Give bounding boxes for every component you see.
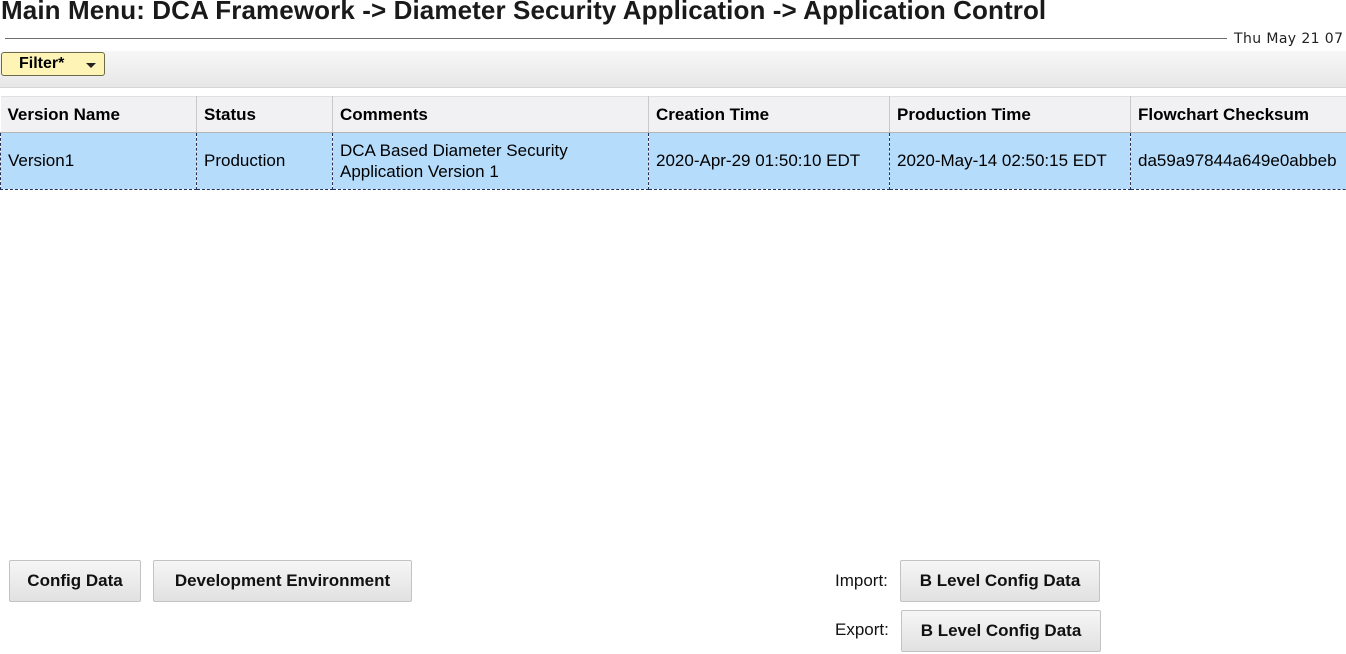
config-data-button[interactable]: Config Data bbox=[9, 560, 141, 602]
filter-label: Filter* bbox=[19, 55, 65, 72]
page-title: Main Menu: DCA Framework -> Diameter Sec… bbox=[1, 0, 1047, 25]
table-row[interactable]: Version1 Production DCA Based Diameter S… bbox=[0, 132, 1346, 190]
column-header-version-name[interactable]: Version Name bbox=[0, 96, 197, 133]
import-label: Import: bbox=[835, 571, 888, 590]
filter-toolbar: Filter* bbox=[0, 51, 1346, 88]
cell-production-time[interactable]: 2020-May-14 02:50:15 EDT bbox=[889, 132, 1131, 190]
cell-comments[interactable]: DCA Based Diameter Security Application … bbox=[332, 132, 649, 190]
column-header-flowchart-checksum[interactable]: Flowchart Checksum bbox=[1130, 96, 1346, 133]
export-b-level-config-button[interactable]: B Level Config Data bbox=[901, 610, 1101, 652]
cell-creation-time[interactable]: 2020-Apr-29 01:50:10 EDT bbox=[648, 132, 890, 190]
import-b-level-config-button[interactable]: B Level Config Data bbox=[900, 560, 1100, 602]
table-header-row: Version Name Status Comments Creation Ti… bbox=[0, 96, 1346, 133]
column-header-creation-time[interactable]: Creation Time bbox=[648, 96, 890, 133]
cell-version-name[interactable]: Version1 bbox=[0, 132, 197, 190]
column-header-production-time[interactable]: Production Time bbox=[889, 96, 1131, 133]
development-environment-button[interactable]: Development Environment bbox=[153, 560, 412, 602]
cell-flowchart-checksum[interactable]: da59a97844a649e0abbeb bbox=[1130, 132, 1346, 190]
cell-status[interactable]: Production bbox=[196, 132, 333, 190]
current-datetime: Thu May 21 07 bbox=[1234, 31, 1344, 47]
column-header-status[interactable]: Status bbox=[196, 96, 333, 133]
caret-down-icon bbox=[86, 63, 96, 68]
export-label: Export: bbox=[835, 620, 889, 639]
versions-table: Version Name Status Comments Creation Ti… bbox=[0, 96, 1346, 190]
filter-dropdown-button[interactable]: Filter* bbox=[1, 52, 105, 76]
column-header-comments[interactable]: Comments bbox=[332, 96, 649, 133]
title-divider bbox=[5, 38, 1227, 39]
